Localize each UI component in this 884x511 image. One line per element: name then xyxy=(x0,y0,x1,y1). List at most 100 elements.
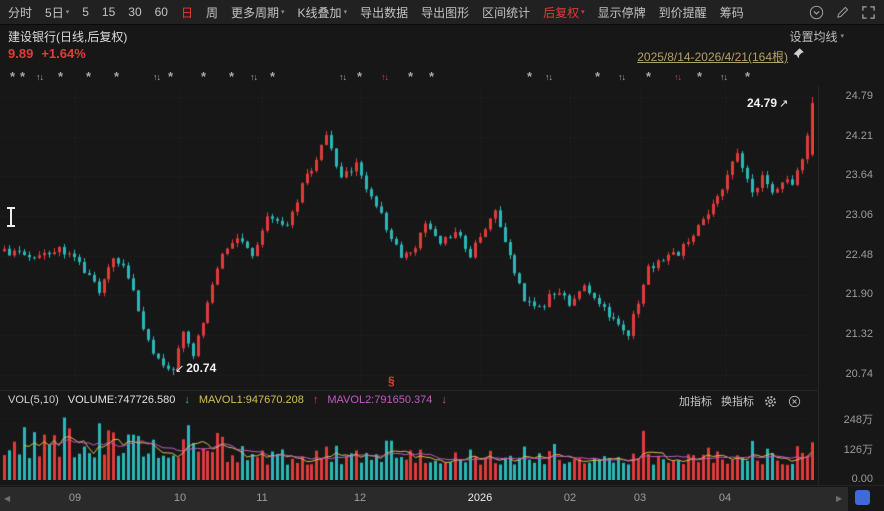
toolbar-item-9[interactable]: K线叠加▾ xyxy=(298,4,348,21)
announcement-marker[interactable]: * xyxy=(697,70,702,84)
updown-arrows-marker[interactable]: ↑↓ xyxy=(618,70,625,84)
toolbar-item-15[interactable]: 到价提醒 xyxy=(659,4,707,21)
announcement-marker[interactable]: * xyxy=(201,70,206,84)
price-canvas[interactable] xyxy=(2,86,814,386)
toolbar-item-3[interactable]: 15 xyxy=(102,5,115,19)
price-line: 9.89 +1.64% xyxy=(8,46,86,61)
volume-axis-label: 126万 xyxy=(819,441,873,457)
toolbar-item-4[interactable]: 30 xyxy=(128,5,141,19)
pin-icon[interactable] xyxy=(792,47,805,63)
ma-settings-label: 设置均线 xyxy=(789,28,837,45)
toolbar-right xyxy=(809,5,876,20)
ma-settings-button[interactable]: 设置均线 ▾ xyxy=(789,28,844,45)
time-axis-label-10: 10 xyxy=(174,492,186,504)
announcement-marker[interactable]: * xyxy=(58,70,63,84)
time-axis-label-04: 04 xyxy=(719,492,731,504)
time-axis-label-2026: 2026 xyxy=(468,492,492,504)
add-indicator-button[interactable]: 加指标 xyxy=(679,393,712,409)
price-axis-label: 20.74 xyxy=(819,368,873,380)
volume-indicator-name[interactable]: VOL(5,10) xyxy=(8,394,59,406)
price-change-percent: +1.64% xyxy=(41,46,85,61)
chevron-down-icon: ▾ xyxy=(344,9,348,16)
volume-axis-label: 0.00 xyxy=(819,473,873,485)
volume-indicator-bar: VOL(5,10) VOLUME:747726.580 ↓ MAVOL1:947… xyxy=(8,394,447,406)
announcement-marker[interactable]: * xyxy=(229,70,234,84)
time-axis[interactable]: ◀ ▶ 091011122026020304 xyxy=(0,487,848,511)
fullscreen-icon[interactable] xyxy=(861,5,876,20)
updown-arrows-marker[interactable]: ↑↓ xyxy=(250,70,257,84)
announcement-marker[interactable]: * xyxy=(86,70,91,84)
period-low-label: 20.74 xyxy=(186,361,216,375)
mavol2-value: MAVOL2:791650.374 xyxy=(327,394,432,406)
toolbar-item-16[interactable]: 筹码 xyxy=(720,4,744,21)
bottom-divider xyxy=(0,485,884,486)
price-axis-label: 21.90 xyxy=(819,288,873,300)
volume-canvas[interactable] xyxy=(2,412,814,480)
time-axis-label-11: 11 xyxy=(256,492,267,504)
ex-dividend-marker[interactable]: § xyxy=(388,374,395,388)
volume-axis-label: 248万 xyxy=(819,411,873,427)
close-icon[interactable] xyxy=(787,394,802,409)
draw-edit-icon[interactable] xyxy=(835,5,850,20)
toolbar: 分时 5日▾ 5 15 30 60 日周更多周期▾ K线叠加▾ 导出数据导出图形区间统计后复权▾… xyxy=(0,0,884,25)
corner-widget-button[interactable] xyxy=(855,490,870,505)
mavol1-value: MAVOL1:947670.208 xyxy=(199,394,304,406)
scroll-left-icon[interactable]: ◀ xyxy=(4,494,10,503)
announcement-marker[interactable]: * xyxy=(429,70,434,84)
collapse-toolbar-icon[interactable] xyxy=(809,5,824,20)
chevron-down-icon: ▾ xyxy=(66,9,70,16)
updown-arrows-marker[interactable]: ↑↓ xyxy=(381,70,388,84)
toolbar-item-5[interactable]: 60 xyxy=(155,5,168,19)
announcement-marker[interactable]: * xyxy=(527,70,532,84)
period-low-annotation: ↙ 20.74 xyxy=(175,361,216,375)
announcement-marker[interactable]: * xyxy=(646,70,651,84)
gear-icon[interactable] xyxy=(763,394,778,409)
announcement-marker[interactable]: * xyxy=(595,70,600,84)
switch-indicator-button[interactable]: 换指标 xyxy=(721,393,754,409)
updown-arrows-marker[interactable]: ↑↓ xyxy=(153,70,160,84)
mavol1-direction-arrow: ↑ xyxy=(313,394,319,406)
updown-arrows-marker[interactable]: ↑↓ xyxy=(545,70,552,84)
announcement-marker[interactable]: * xyxy=(357,70,362,84)
price-axis-label: 21.32 xyxy=(819,328,873,340)
pane-divider xyxy=(0,390,818,391)
toolbar-item-1[interactable]: 5日▾ xyxy=(45,4,69,21)
announcement-marker[interactable]: * xyxy=(408,70,413,84)
visible-range-label[interactable]: 2025/8/14-2026/4/21(164根) xyxy=(637,48,788,65)
toolbar-item-13[interactable]: 后复权▾ xyxy=(543,4,585,21)
price-axis-label: 24.21 xyxy=(819,130,873,142)
time-axis-label-12: 12 xyxy=(354,492,366,504)
toolbar-items: 分时 5日▾ 5 15 30 60 日周更多周期▾ K线叠加▾ 导出数据导出图形区间统计后复权▾… xyxy=(8,4,744,21)
time-axis-label-02: 02 xyxy=(564,492,576,504)
chart-title: 建设银行(日线,后复权) xyxy=(8,28,127,45)
mavol2-direction-arrow: ↓ xyxy=(441,394,447,406)
toolbar-item-11[interactable]: 导出图形 xyxy=(421,4,469,21)
toolbar-item-2[interactable]: 5 xyxy=(82,5,89,19)
updown-arrows-marker[interactable]: ↑↓ xyxy=(36,70,43,84)
announcement-marker[interactable]: * xyxy=(114,70,119,84)
time-axis-label-09: 09 xyxy=(69,492,81,504)
announcement-marker[interactable]: * xyxy=(270,70,275,84)
updown-arrows-marker[interactable]: ↑↓ xyxy=(339,70,346,84)
chevron-down-icon: ▾ xyxy=(581,9,585,16)
updown-arrows-marker[interactable]: ↑↓ xyxy=(720,70,727,84)
toolbar-item-8[interactable]: 更多周期▾ xyxy=(231,4,285,21)
toolbar-item-14[interactable]: 显示停牌 xyxy=(598,4,646,21)
toolbar-item-10[interactable]: 导出数据 xyxy=(360,4,408,21)
text-cursor xyxy=(7,207,15,227)
axis-separator xyxy=(818,86,819,485)
toolbar-item-12[interactable]: 区间统计 xyxy=(482,4,530,21)
toolbar-item-0[interactable]: 分时 xyxy=(8,4,32,21)
announcement-marker[interactable]: * xyxy=(168,70,173,84)
announcement-marker[interactable]: * xyxy=(10,70,15,84)
announcement-marker[interactable]: * xyxy=(745,70,750,84)
scroll-right-icon[interactable]: ▶ xyxy=(836,494,842,503)
updown-arrows-marker[interactable]: ↑↓ xyxy=(674,70,681,84)
volume-direction-arrow: ↓ xyxy=(184,394,190,406)
toolbar-item-7[interactable]: 周 xyxy=(206,4,218,21)
volume-value: VOLUME:747726.580 xyxy=(68,394,176,406)
price-axis-label: 23.64 xyxy=(819,169,873,181)
announcement-marker[interactable]: * xyxy=(20,70,25,84)
toolbar-item-6[interactable]: 日 xyxy=(181,4,193,21)
arrow-sw-icon: ↙ xyxy=(175,362,184,375)
